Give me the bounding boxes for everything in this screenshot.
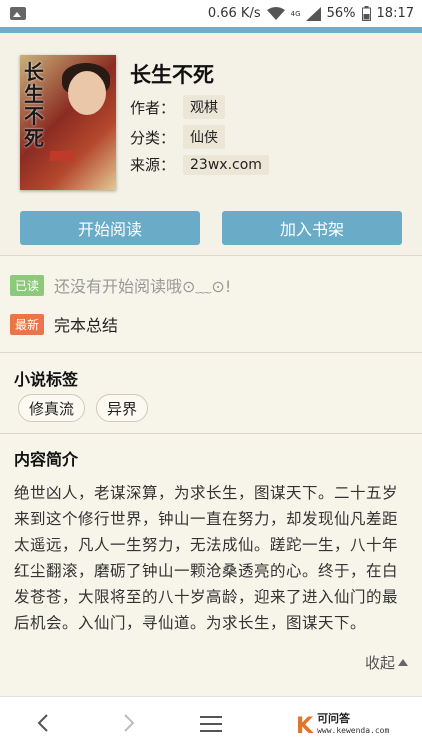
menu-icon[interactable] [200, 715, 222, 733]
status-bar: 0.66 K/s 4G 56% 18:17 [0, 0, 422, 27]
divider [0, 352, 422, 353]
read-progress-text: 还没有开始阅读哦⊙﹏⊙! [54, 277, 232, 296]
battery-percent: 56% [326, 6, 356, 21]
cover-title: 长生不死 [24, 60, 44, 150]
add-to-shelf-button[interactable]: 加入书架 [222, 211, 402, 245]
read-tag: 已读 [10, 274, 45, 296]
book-cover[interactable]: 长生不死 [20, 55, 116, 190]
category-value[interactable]: 仙侠 [183, 125, 226, 149]
collapse-label: 收起 [364, 654, 395, 672]
cover-figure-face [68, 71, 106, 115]
bottom-navigation: K 可问答 www.kewenda.com [0, 696, 422, 751]
source-row: 来源： 23wx.com [130, 154, 269, 175]
back-arrow-icon[interactable] [34, 711, 54, 735]
watermark-logo: K 可问答 www.kewenda.com [296, 712, 390, 739]
intro-section-title: 内容简介 [14, 450, 79, 469]
cover-seal [50, 151, 74, 161]
book-header: 长生不死 长生不死 作者： 观棋 分类： 仙侠 来源： 23wx.com 开始阅… [0, 33, 422, 255]
author-value[interactable]: 观棋 [183, 95, 226, 119]
battery-icon [361, 6, 371, 21]
clock: 18:17 [376, 6, 414, 21]
category-row: 分类： 仙侠 [130, 125, 226, 149]
source-value[interactable]: 23wx.com [183, 154, 269, 175]
signal-icon [305, 6, 321, 21]
author-label: 作者： [130, 98, 176, 117]
category-label: 分类： [130, 128, 176, 147]
latest-chapter-row[interactable]: 最新 完本总结 [10, 312, 118, 336]
source-label: 来源： [130, 156, 176, 174]
divider [0, 255, 422, 256]
wifi-icon [266, 6, 285, 21]
read-progress-row[interactable]: 已读 还没有开始阅读哦⊙﹏⊙! [10, 273, 231, 297]
image-notification-icon [10, 7, 26, 20]
chevron-up-icon [398, 659, 408, 666]
network-speed: 0.66 K/s [207, 6, 261, 21]
tag-chip[interactable]: 异界 [96, 394, 149, 422]
signal-type-label: 4G [290, 9, 301, 18]
collapse-button[interactable]: 收起 [365, 652, 408, 673]
author-row: 作者： 观棋 [130, 95, 226, 119]
brand-url: www.kewenda.com [317, 726, 390, 735]
forward-arrow-icon[interactable] [118, 711, 138, 735]
start-reading-button[interactable]: 开始阅读 [20, 211, 200, 245]
divider [0, 433, 422, 434]
brand-letter: K [296, 714, 314, 739]
tags-section-title: 小说标签 [14, 370, 79, 389]
book-description: 绝世凶人，老谋深算，为求长生，图谋天下。二十五岁来到这个修行世界，钟山一直在努力… [14, 484, 399, 632]
tag-chip[interactable]: 修真流 [18, 394, 86, 422]
book-title: 长生不死 [130, 63, 214, 87]
latest-chapter-text: 完本总结 [54, 316, 119, 335]
latest-tag: 最新 [10, 313, 45, 335]
brand-name: 可问答 [317, 712, 351, 725]
